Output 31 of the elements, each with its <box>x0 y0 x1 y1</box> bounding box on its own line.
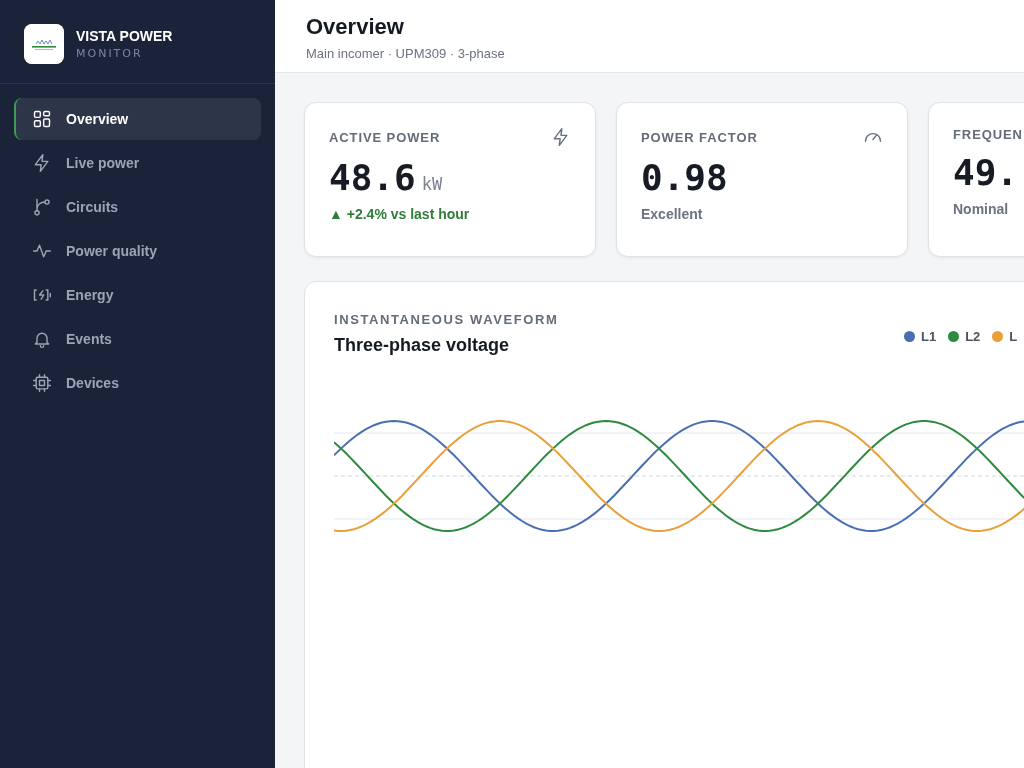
sidebar-item[interactable]: Devices <box>14 362 261 404</box>
branch-icon <box>32 197 52 217</box>
metric-label: POWER FACTOR <box>641 129 758 145</box>
brand-subtitle: MONITOR <box>76 47 144 60</box>
grid-icon <box>32 109 52 129</box>
metric-label: ACTIVE POWER <box>329 129 441 145</box>
legend-label: L1 <box>921 329 937 344</box>
sidebar-item[interactable]: Live power <box>14 142 261 184</box>
metric-unit: kW <box>421 174 443 194</box>
chart-eyebrow: INSTANTANEOUS WAVEFORM <box>334 312 559 327</box>
sidebar-item[interactable]: Circuits <box>14 186 261 228</box>
legend-label: L2 <box>965 329 981 344</box>
sidebar-item[interactable]: Events <box>14 318 261 360</box>
brand-name: VISTA POWER <box>76 28 173 44</box>
chip-icon <box>32 373 52 393</box>
sidebar-item[interactable]: Overview <box>14 98 261 140</box>
metric-value: 48.6 <box>329 157 416 198</box>
logo-icon <box>24 24 64 64</box>
page-subtitle: Main incomer · UPM309 · 3-phase <box>306 46 506 61</box>
metric-note: Excellent <box>641 206 704 222</box>
sidebar-item[interactable]: Energy <box>14 274 261 316</box>
trend-note: ▲ +2.4% vs last hour <box>329 206 471 222</box>
page-title: Overview <box>306 14 405 40</box>
metric-value: 49. <box>953 152 1019 193</box>
metric-value: 0.98 <box>641 157 728 198</box>
legend-label: L <box>1009 329 1018 344</box>
metric-note: Nominal <box>953 201 1010 217</box>
metric-label: FREQUEN <box>953 127 1023 142</box>
pulse-icon <box>32 241 52 261</box>
chart-title: Three-phase voltage <box>334 335 511 356</box>
sidebar-item[interactable]: Power quality <box>14 230 261 272</box>
